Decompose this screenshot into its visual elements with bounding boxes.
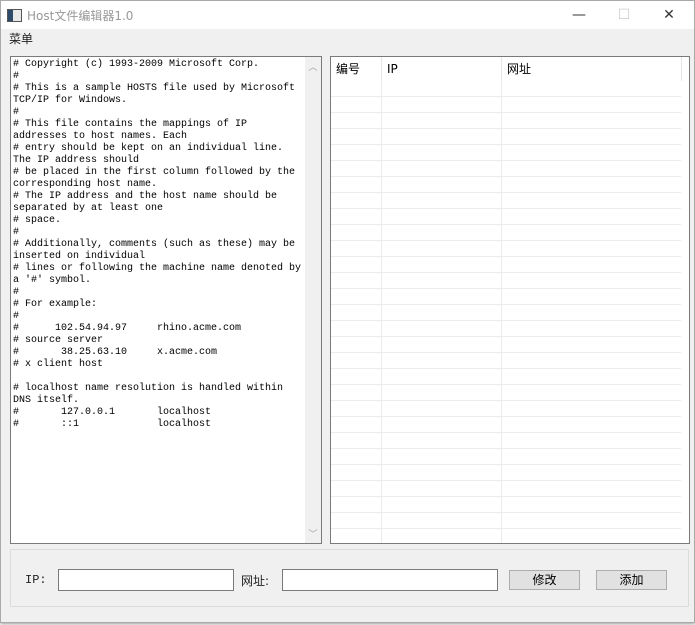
modify-button[interactable]: 修改 — [509, 570, 580, 590]
column-header-id[interactable]: 编号 — [331, 57, 382, 81]
hosts-text-editor[interactable]: # Copyright (c) 1993-2009 Microsoft Corp… — [10, 56, 322, 544]
url-input[interactable] — [282, 569, 498, 591]
table-body[interactable] — [331, 81, 681, 543]
scroll-up-icon[interactable]: ︿ — [305, 60, 321, 73]
column-header-ip[interactable]: IP — [382, 57, 502, 81]
title-bar: Host文件编辑器1.0 — ☐ ✕ — [1, 1, 694, 29]
add-button[interactable]: 添加 — [596, 570, 667, 590]
column-header-url[interactable]: 网址 — [502, 57, 682, 81]
hosts-table[interactable]: 编号 IP 网址 — [330, 56, 690, 544]
minimize-button[interactable]: — — [557, 3, 601, 27]
vertical-scrollbar[interactable]: ︿ ﹀ — [305, 57, 321, 543]
url-label: 网址: — [241, 574, 270, 588]
hosts-text[interactable]: # Copyright (c) 1993-2009 Microsoft Corp… — [13, 59, 301, 431]
close-button[interactable]: ✕ — [647, 3, 691, 27]
main-window: Host文件编辑器1.0 — ☐ ✕ 菜单 # Copyright (c) 19… — [0, 0, 695, 623]
app-icon — [7, 9, 22, 22]
scroll-down-icon[interactable]: ﹀ — [305, 527, 321, 540]
ip-input[interactable] — [58, 569, 234, 591]
menu-item[interactable]: 菜单 — [9, 30, 33, 47]
window-title: Host文件编辑器1.0 — [27, 9, 134, 23]
maximize-button[interactable]: ☐ — [602, 3, 646, 27]
ip-label: IP: — [25, 573, 47, 587]
